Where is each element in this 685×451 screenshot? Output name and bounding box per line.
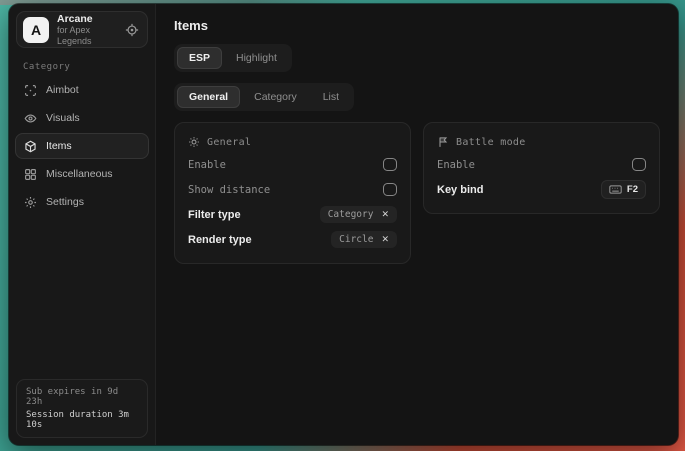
setting-label: Filter type (188, 209, 241, 221)
sun-icon (188, 136, 200, 148)
sidebar: A Arcane for Apex Legends Category (9, 4, 156, 445)
close-icon[interactable]: ✕ (381, 235, 389, 244)
setting-label: Key bind (437, 184, 483, 196)
setting-row-render-type: Render type Circle ✕ (188, 227, 397, 252)
subscription-card: Sub expires in 9d 23h Session duration 3… (16, 379, 148, 438)
setting-label: Enable (188, 159, 226, 171)
grid-icon (24, 168, 37, 181)
target-icon[interactable] (125, 23, 139, 37)
keyboard-icon (609, 185, 622, 194)
setting-row-key-bind: Key bind F2 (437, 177, 646, 202)
sidebar-item-aimbot[interactable]: Aimbot (15, 77, 149, 103)
sub-expires-text: Sub expires in 9d 23h (26, 387, 138, 407)
battle-mode-card-header: Battle mode (437, 132, 646, 152)
setting-row-show-distance: Show distance (188, 177, 397, 202)
setting-row-enable: Enable (437, 152, 646, 177)
card-title: Battle mode (456, 137, 526, 148)
sidebar-section-label: Category (23, 62, 155, 72)
sidebar-item-label: Miscellaneous (46, 168, 113, 180)
setting-label: Render type (188, 234, 252, 246)
app-name: Arcane (57, 13, 117, 25)
sidebar-item-visuals[interactable]: Visuals (15, 105, 149, 131)
gear-icon (24, 196, 37, 209)
filter-type-select[interactable]: Category ✕ (320, 206, 397, 223)
tab-highlight[interactable]: Highlight (224, 47, 289, 69)
main-content: Items ESP Highlight General Category Lis… (156, 4, 678, 445)
app-subtitle: for Apex Legends (57, 25, 117, 46)
general-card-header: General (188, 132, 397, 152)
keybind-value: F2 (627, 184, 638, 195)
tab-list[interactable]: List (311, 86, 351, 108)
keybind-button[interactable]: F2 (601, 180, 646, 199)
sidebar-item-label: Aimbot (46, 84, 79, 96)
app-window: A Arcane for Apex Legends Category (9, 4, 678, 445)
battle-enable-checkbox[interactable] (632, 158, 646, 171)
sidebar-item-label: Visuals (46, 112, 80, 124)
view-tab-group: General Category List (174, 83, 354, 111)
app-meta: Arcane for Apex Legends (57, 13, 117, 46)
show-distance-checkbox[interactable] (383, 183, 397, 196)
sidebar-item-label: Settings (46, 196, 84, 208)
setting-label: Enable (437, 159, 475, 171)
sidebar-item-settings[interactable]: Settings (15, 189, 149, 215)
sidebar-nav: Aimbot Visuals Items (9, 76, 155, 216)
settings-cards: General Enable Show distance Filter type… (174, 122, 660, 264)
page-title: Items (174, 18, 660, 33)
close-icon[interactable]: ✕ (381, 210, 389, 219)
crosshair-icon (24, 84, 37, 97)
render-type-value: Circle (339, 234, 373, 245)
tab-general[interactable]: General (177, 86, 240, 108)
card-title: General (207, 137, 251, 148)
battle-mode-card: Battle mode Enable Key bind (423, 122, 660, 214)
sidebar-item-miscellaneous[interactable]: Miscellaneous (15, 161, 149, 187)
sidebar-item-label: Items (46, 140, 72, 152)
app-header-card: A Arcane for Apex Legends (16, 11, 148, 48)
render-type-select[interactable]: Circle ✕ (331, 231, 397, 248)
general-card: General Enable Show distance Filter type… (174, 122, 411, 264)
mode-tab-group: ESP Highlight (174, 44, 292, 72)
tab-esp[interactable]: ESP (177, 47, 222, 69)
cube-icon (24, 140, 37, 153)
eye-icon (24, 112, 37, 125)
app-logo: A (23, 17, 49, 43)
sidebar-item-items[interactable]: Items (15, 133, 149, 159)
tab-category[interactable]: Category (242, 86, 309, 108)
setting-label: Show distance (188, 184, 270, 196)
filter-type-value: Category (328, 209, 374, 220)
setting-row-filter-type: Filter type Category ✕ (188, 202, 397, 227)
enable-checkbox[interactable] (383, 158, 397, 171)
setting-row-enable: Enable (188, 152, 397, 177)
flag-icon (437, 136, 449, 148)
session-duration-text: Session duration 3m 10s (26, 410, 138, 430)
